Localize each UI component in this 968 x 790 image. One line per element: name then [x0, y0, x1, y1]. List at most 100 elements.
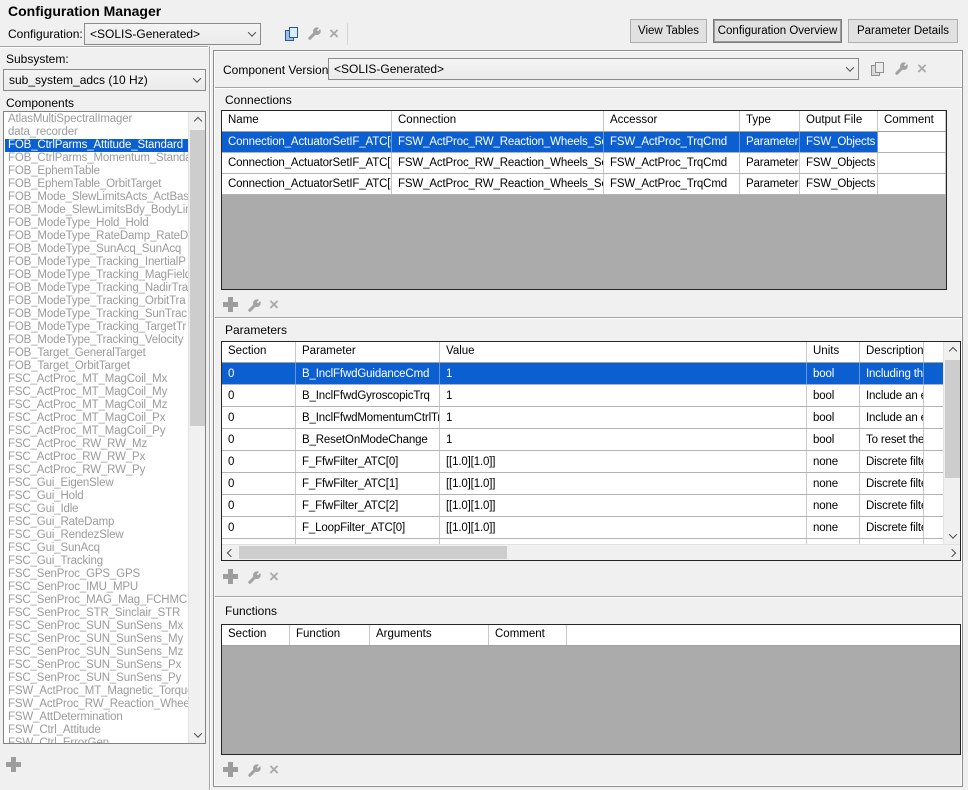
column-header[interactable]: Function	[290, 625, 370, 645]
component-item[interactable]: FSC_SenProc_SUN_SunSens_Py	[5, 672, 188, 685]
component-item[interactable]: FOB_ModeType_Tracking_NadirTra	[5, 282, 188, 295]
scroll-up-icon[interactable]	[944, 342, 961, 359]
component-item[interactable]: FSW_Ctrl_Attitude	[5, 724, 188, 737]
component-item[interactable]: FOB_CtrlParms_Momentum_Standar	[5, 152, 188, 165]
configure-parameter-icon[interactable]	[245, 569, 263, 587]
component-item[interactable]: FSC_ActProc_MT_MagCoil_Mz	[5, 399, 188, 412]
copy-configuration-icon[interactable]	[283, 25, 301, 43]
configure-configuration-icon[interactable]	[305, 25, 323, 43]
component-item[interactable]: FSC_SenProc_SUN_SunSens_Mx	[5, 620, 188, 633]
column-header[interactable]: Section	[222, 342, 296, 362]
scroll-down-icon[interactable]	[944, 527, 961, 544]
component-item[interactable]: FSC_SenProc_SUN_SunSens_My	[5, 633, 188, 646]
copy-version-icon[interactable]	[869, 60, 887, 78]
column-header[interactable]: Comment	[878, 111, 946, 131]
component-item[interactable]: data_recorder	[5, 126, 188, 139]
component-item[interactable]: FSC_SenProc_GPS_GPS	[5, 568, 188, 581]
component-item[interactable]: FSC_SenProc_STR_Sinclair_STR	[5, 607, 188, 620]
component-item[interactable]: FOB_ModeType_Hold_Hold	[5, 217, 188, 230]
column-header[interactable]: Type	[740, 111, 800, 131]
table-row[interactable]: 0F_FfwFilter_ATC[0][[1.0][1.0]]noneDiscr…	[222, 451, 960, 473]
component-item[interactable]: FSC_ActProc_MT_MagCoil_Mx	[5, 373, 188, 386]
table-row[interactable]: 0F_LoopFilter_ATC[0][[1.0][1.0]]noneDisc…	[222, 517, 960, 539]
component-item[interactable]: FOB_ModeType_SunAcq_SunAcq	[5, 243, 188, 256]
view-tables-button[interactable]: View Tables	[630, 19, 707, 43]
component-item[interactable]: FOB_ModeType_Tracking_TargetTr	[5, 321, 188, 334]
column-header[interactable]: Units	[807, 342, 860, 362]
column-header[interactable]: Name	[222, 111, 392, 131]
table-row[interactable]: 0B_InclFfwdGyroscopicTrq1boolInclude an …	[222, 385, 960, 407]
subsystem-select[interactable]: sub_system_adcs (10 Hz)	[3, 69, 206, 91]
column-header[interactable]: Section	[222, 625, 290, 645]
column-header[interactable]: Connection	[392, 111, 604, 131]
delete-configuration-icon[interactable]: ×	[325, 25, 343, 43]
component-item[interactable]: FOB_ModeType_Tracking_SunTrac	[5, 308, 188, 321]
component-item[interactable]: FSC_Gui_Idle	[5, 503, 188, 516]
table-row[interactable]: Connection_ActuatorSetIF_ATC[0]FSW_ActPr…	[222, 132, 946, 153]
configure-connection-icon[interactable]	[245, 297, 263, 315]
parameters-vscrollbar[interactable]	[943, 342, 960, 544]
parameter-details-button[interactable]: Parameter Details	[848, 19, 958, 43]
table-row[interactable]: 0B_InclFfwdGuidanceCmd1boolIncluding the…	[222, 363, 960, 385]
component-item[interactable]: FOB_ModeType_Tracking_Velocity	[5, 334, 188, 347]
component-item[interactable]: FOB_ModeType_Tracking_MagField	[5, 269, 188, 282]
configure-function-icon[interactable]	[245, 762, 263, 780]
component-item[interactable]: FSC_Gui_SunAcq	[5, 542, 188, 555]
table-row[interactable]: Connection_ActuatorSetIF_ATC[2]FSW_ActPr…	[222, 174, 946, 195]
component-item[interactable]: AtlasMultiSpectralImager	[5, 113, 188, 126]
component-item[interactable]: FOB_CtrlParms_Attitude_Standard	[5, 139, 188, 152]
component-item[interactable]: FSC_ActProc_MT_MagCoil_My	[5, 386, 188, 399]
component-item[interactable]: FSC_SenProc_SUN_SunSens_Px	[5, 659, 188, 672]
component-item[interactable]: FSW_AttDetermination	[5, 711, 188, 724]
component-item[interactable]: FSC_ActProc_MT_MagCoil_Py	[5, 425, 188, 438]
scroll-right-icon[interactable]	[943, 545, 960, 561]
component-item[interactable]: FOB_Target_GeneralTarget	[5, 347, 188, 360]
component-item[interactable]: FSC_Gui_Tracking	[5, 555, 188, 568]
component-item[interactable]: FOB_Mode_SlewLimitsActs_ActBase	[5, 191, 188, 204]
component-item[interactable]: FOB_EphemTable_OrbitTarget	[5, 178, 188, 191]
configuration-overview-button[interactable]: Configuration Overview	[713, 19, 842, 43]
column-header[interactable]: Description	[860, 342, 924, 362]
component-item[interactable]: FSC_SenProc_SUN_SunSens_Mz	[5, 646, 188, 659]
components-list[interactable]: AtlasMultiSpectralImagerdata_recorderFOB…	[3, 111, 206, 744]
component-item[interactable]: FOB_ModeType_Tracking_OrbitTra	[5, 295, 188, 308]
configuration-select[interactable]: <SOLIS-Generated>	[84, 23, 261, 45]
table-row[interactable]: 0B_InclFfwdMomentumCtrlTrq1boolInclude a…	[222, 407, 960, 429]
component-item[interactable]: FOB_ModeType_RateDamp_RateDa	[5, 230, 188, 243]
configure-version-icon[interactable]	[892, 60, 910, 78]
component-item[interactable]: FOB_Target_OrbitTarget	[5, 360, 188, 373]
scrollbar-thumb[interactable]	[945, 360, 960, 478]
component-item[interactable]: FSC_Gui_Hold	[5, 490, 188, 503]
component-item[interactable]: FOB_EphemTable	[5, 165, 188, 178]
delete-function-icon[interactable]: ×	[265, 761, 283, 779]
component-item[interactable]: FSC_SenProc_MAG_Mag_FCHMC	[5, 594, 188, 607]
column-header[interactable]: Arguments	[370, 625, 489, 645]
component-item[interactable]: FSW_ActProc_RW_Reaction_Wheel	[5, 698, 188, 711]
component-item[interactable]: FOB_Mode_SlewLimitsBdy_BodyLim	[5, 204, 188, 217]
table-row[interactable]: 0B_ResetOnModeChange1boolTo reset the in…	[222, 429, 960, 451]
component-item[interactable]: FSC_SenProc_IMU_MPU	[5, 581, 188, 594]
scrollbar-thumb[interactable]	[190, 130, 205, 426]
delete-version-icon[interactable]: ×	[913, 60, 931, 78]
delete-connection-icon[interactable]: ×	[265, 296, 283, 314]
column-header[interactable]: Comment	[489, 625, 567, 645]
column-header[interactable]: Value	[440, 342, 807, 362]
component-item[interactable]: FOB_ModeType_Tracking_InertialP	[5, 256, 188, 269]
parameters-hscrollbar[interactable]	[222, 544, 960, 560]
component-item[interactable]: FSC_ActProc_MT_MagCoil_Px	[5, 412, 188, 425]
component-version-select[interactable]: <SOLIS-Generated>	[328, 58, 859, 80]
table-row[interactable]: Connection_ActuatorSetIF_ATC[1]FSW_ActPr…	[222, 153, 946, 174]
component-item[interactable]: FSC_Gui_EigenSlew	[5, 477, 188, 490]
component-item[interactable]: FSC_ActProc_RW_RW_Mz	[5, 438, 188, 451]
column-header[interactable]: Output File	[800, 111, 878, 131]
delete-parameter-icon[interactable]: ×	[265, 568, 283, 586]
scrollbar-thumb[interactable]	[239, 546, 507, 559]
column-header[interactable]: Parameter	[296, 342, 440, 362]
scroll-left-icon[interactable]	[222, 545, 239, 561]
component-item[interactable]: FSC_ActProc_RW_RW_Px	[5, 451, 188, 464]
component-item[interactable]: FSC_Gui_RateDamp	[5, 516, 188, 529]
component-item[interactable]: FSW_ActProc_MT_Magnetic_Torque	[5, 685, 188, 698]
component-item[interactable]: FSC_Gui_RendezSlew	[5, 529, 188, 542]
scroll-up-icon[interactable]	[189, 112, 206, 129]
table-row[interactable]: 0F_FfwFilter_ATC[1][[1.0][1.0]]noneDiscr…	[222, 473, 960, 495]
